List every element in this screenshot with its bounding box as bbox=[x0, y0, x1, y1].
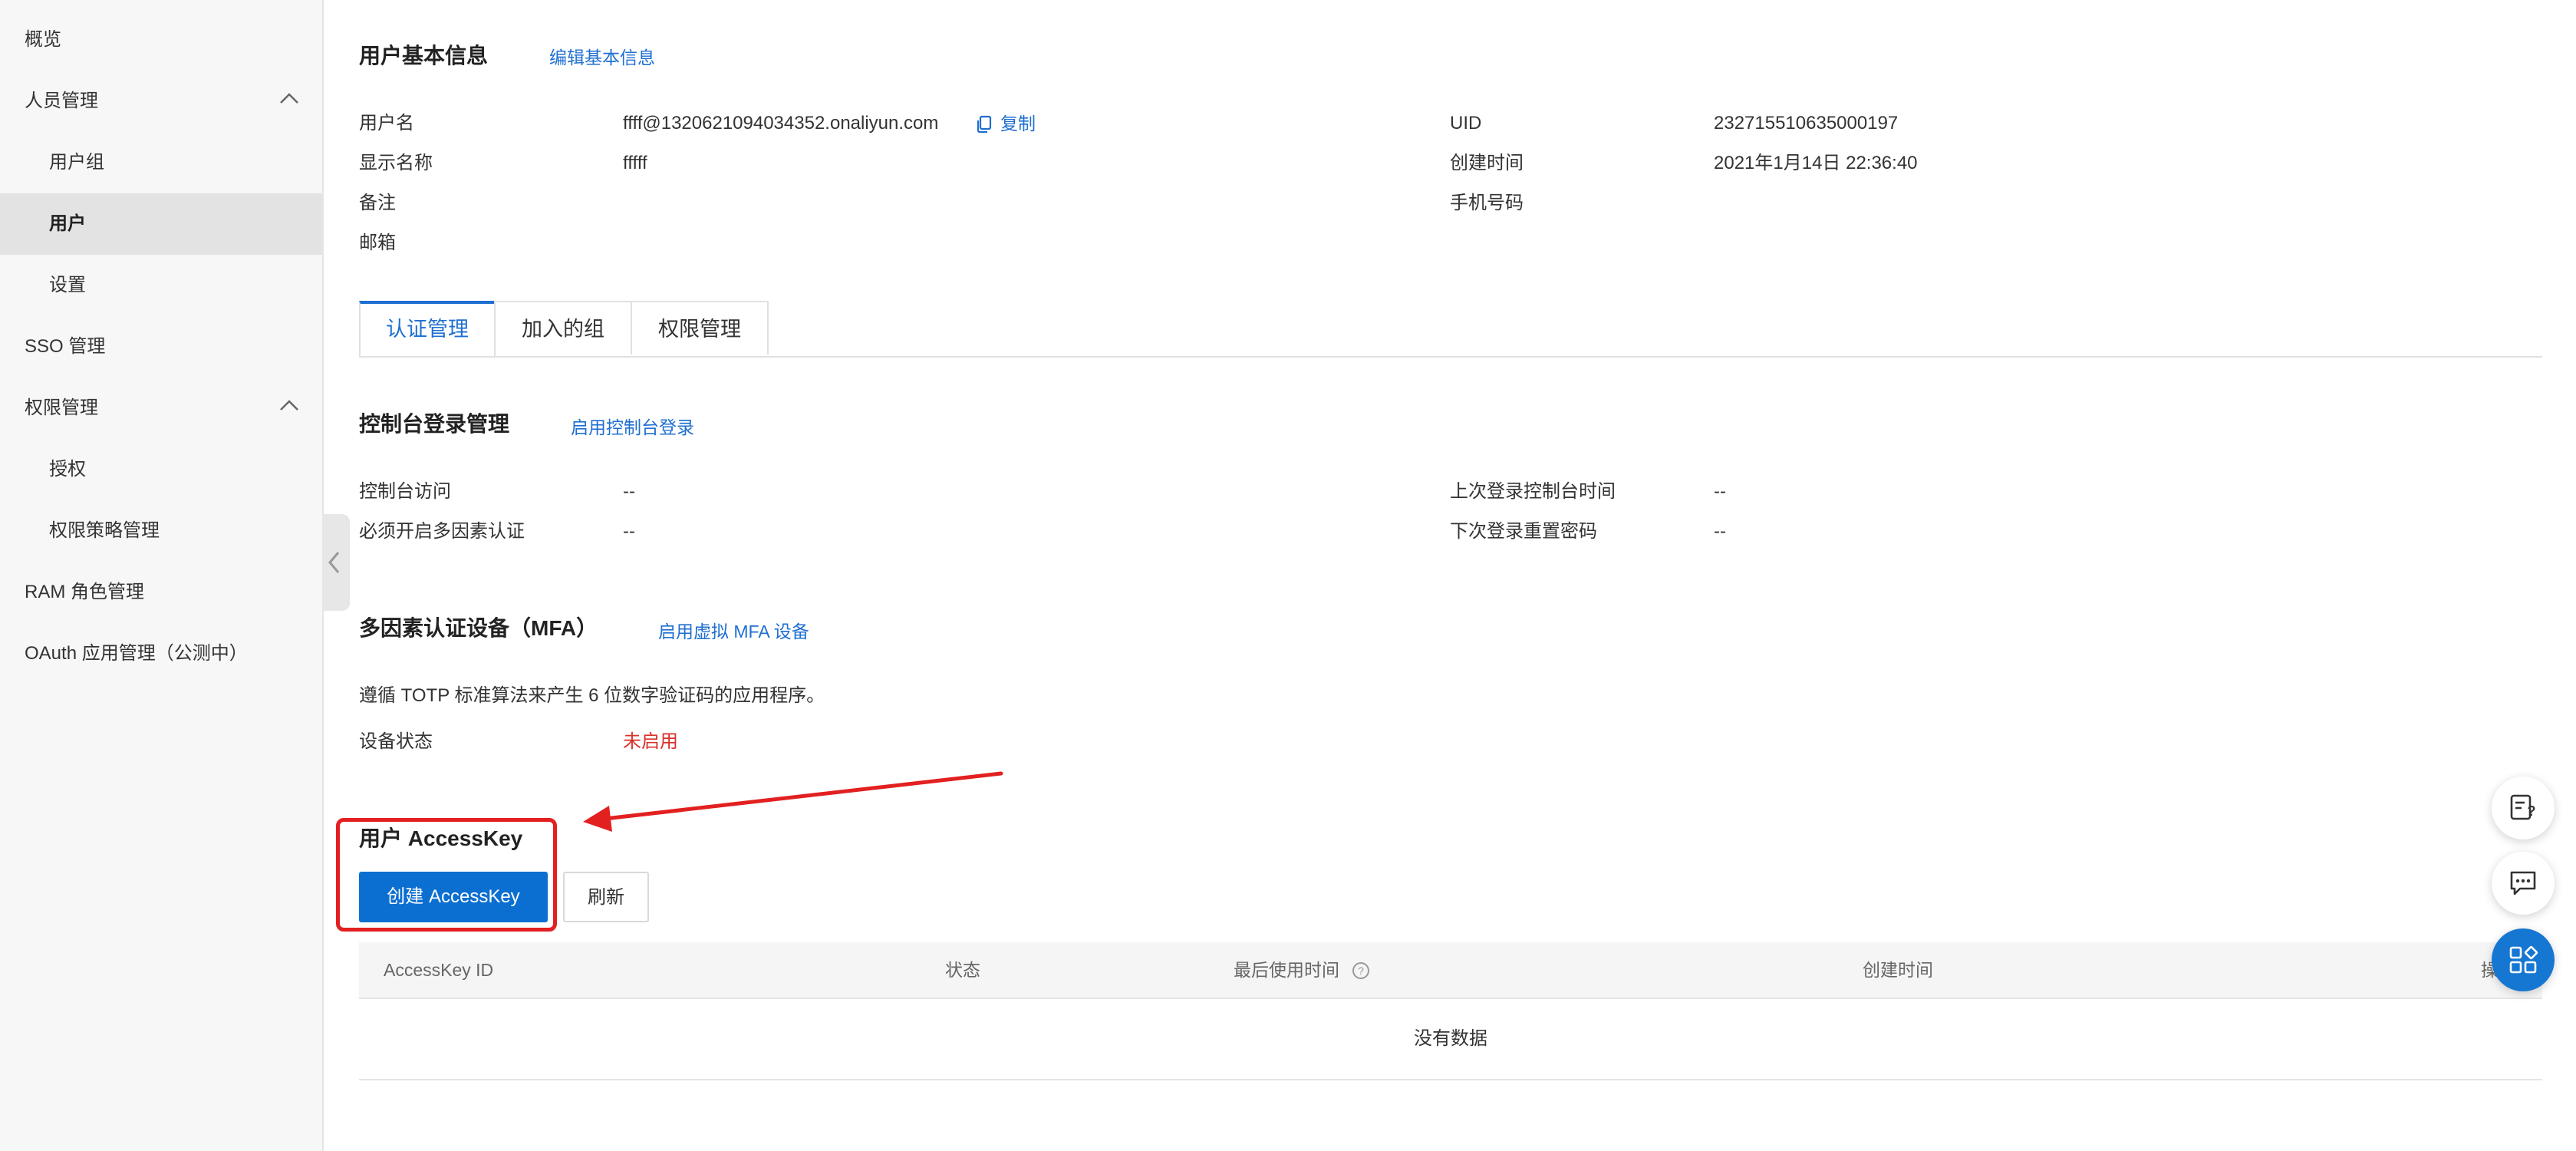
column-header-accesskey-id: AccessKey ID bbox=[384, 960, 494, 980]
sidebar-item-permission-management[interactable]: 权限管理 bbox=[0, 378, 322, 439]
uid-label: UID bbox=[1450, 113, 1482, 134]
sidebar-item-users[interactable]: 用户 bbox=[0, 193, 322, 255]
edit-basic-info-link[interactable]: 编辑基本信息 bbox=[549, 46, 655, 69]
sidebar-item-settings[interactable]: 设置 bbox=[0, 255, 322, 316]
copy-label: 复制 bbox=[1000, 114, 1036, 134]
device-status-value: 未启用 bbox=[623, 731, 678, 752]
enable-console-login-link[interactable]: 启用控制台登录 bbox=[571, 416, 694, 439]
sidebar-item-overview[interactable]: 概览 bbox=[0, 9, 322, 71]
sidebar-item-label: 设置 bbox=[49, 275, 86, 295]
note-label: 备注 bbox=[359, 193, 396, 213]
email-label: 邮箱 bbox=[359, 233, 396, 253]
mfa-description: 遵循 TOTP 标准算法来产生 6 位数字验证码的应用程序。 bbox=[359, 685, 825, 706]
sidebar-item-label: 人员管理 bbox=[25, 91, 98, 111]
reset-password-value: -- bbox=[1714, 521, 1726, 542]
tab-authentication[interactable]: 认证管理 bbox=[359, 301, 496, 356]
chevron-up-icon bbox=[280, 400, 298, 411]
tab-permissions[interactable]: 权限管理 bbox=[631, 301, 769, 355]
refresh-button[interactable]: 刷新 bbox=[563, 872, 649, 922]
mfa-required-value: -- bbox=[623, 521, 635, 542]
sidebar-item-policy-management[interactable]: 权限策略管理 bbox=[0, 500, 322, 562]
help-icon[interactable]: ? bbox=[1352, 961, 1370, 980]
device-status-label: 设备状态 bbox=[359, 731, 433, 752]
chevron-up-icon bbox=[280, 93, 298, 104]
username-value: ffff@1320621094034352.onaliyun.com bbox=[623, 113, 939, 134]
tab-bar: 认证管理 加入的组 权限管理 bbox=[359, 301, 2542, 358]
uid-value: 232715510635000197 bbox=[1714, 113, 1899, 134]
mfa-required-label: 必须开启多因素认证 bbox=[359, 521, 525, 542]
created-time-label: 创建时间 bbox=[1450, 153, 1524, 173]
table-empty-state: 没有数据 bbox=[359, 999, 2542, 1080]
console-access-label: 控制台访问 bbox=[359, 481, 451, 502]
enable-mfa-link[interactable]: 启用虚拟 MFA 设备 bbox=[658, 620, 809, 643]
sidebar-item-label: RAM 角色管理 bbox=[25, 582, 144, 602]
display-name-label: 显示名称 bbox=[359, 153, 433, 173]
sidebar-item-label: 用户 bbox=[49, 213, 86, 234]
sidebar-item-label: OAuth 应用管理（公测中） bbox=[25, 643, 248, 664]
basic-info-title: 用户基本信息 bbox=[359, 44, 489, 68]
annotation-arrow-icon bbox=[583, 771, 1003, 832]
sidebar-item-label: 用户组 bbox=[49, 152, 104, 173]
mfa-title: 多因素认证设备（MFA） bbox=[359, 616, 598, 640]
apps-float-button[interactable] bbox=[2492, 928, 2555, 991]
tab-joined-groups[interactable]: 加入的组 bbox=[494, 301, 632, 355]
document-help-icon: ? bbox=[2510, 794, 2536, 820]
sidebar-item-authorization[interactable]: 授权 bbox=[0, 439, 322, 500]
svg-text:?: ? bbox=[1358, 965, 1364, 977]
sidebar-item-label: SSO 管理 bbox=[25, 336, 106, 357]
copy-icon bbox=[977, 115, 992, 134]
sidebar-item-user-groups[interactable]: 用户组 bbox=[0, 132, 322, 193]
last-login-value: -- bbox=[1714, 481, 1726, 502]
sidebar-collapse-handle[interactable] bbox=[322, 514, 350, 611]
sidebar-item-label: 概览 bbox=[25, 29, 61, 50]
column-header-last-used: 最后使用时间 bbox=[1234, 960, 1339, 980]
reset-password-label: 下次登录重置密码 bbox=[1450, 521, 1597, 542]
column-header-status: 状态 bbox=[945, 960, 980, 980]
username-label: 用户名 bbox=[359, 113, 414, 134]
sidebar: 概览 人员管理 用户组 用户 设置 SSO 管理 权限管理 授权 权限策略管理 … bbox=[0, 0, 324, 1151]
column-header-created-time: 创建时间 bbox=[1863, 960, 1933, 980]
sidebar-item-label: 授权 bbox=[49, 459, 86, 480]
svg-text:?: ? bbox=[2528, 803, 2536, 819]
accesskey-table-header: AccessKey ID 状态 最后使用时间 ? 创建时间 操 bbox=[359, 942, 2542, 999]
annotation-highlight-box bbox=[336, 818, 557, 932]
console-access-value: -- bbox=[623, 481, 635, 502]
created-time-value: 2021年1月14日 22:36:40 bbox=[1714, 153, 1918, 173]
sidebar-item-label: 权限策略管理 bbox=[49, 520, 160, 541]
apps-grid-icon bbox=[2509, 945, 2538, 974]
chat-icon bbox=[2510, 871, 2536, 895]
sidebar-item-label: 权限管理 bbox=[25, 397, 98, 418]
sidebar-item-ram-roles[interactable]: RAM 角色管理 bbox=[0, 562, 322, 623]
chevron-left-icon bbox=[328, 552, 340, 573]
display-name-value: fffff bbox=[623, 153, 647, 173]
last-login-label: 上次登录控制台时间 bbox=[1450, 481, 1616, 502]
feedback-float-button[interactable]: ? bbox=[2492, 777, 2555, 839]
sidebar-item-people-management[interactable]: 人员管理 bbox=[0, 71, 322, 132]
chat-float-button[interactable] bbox=[2492, 852, 2555, 915]
console-login-title: 控制台登录管理 bbox=[359, 412, 510, 436]
phone-label: 手机号码 bbox=[1450, 193, 1524, 213]
sidebar-item-oauth-apps[interactable]: OAuth 应用管理（公测中） bbox=[0, 623, 322, 684]
sidebar-item-sso[interactable]: SSO 管理 bbox=[0, 316, 322, 378]
